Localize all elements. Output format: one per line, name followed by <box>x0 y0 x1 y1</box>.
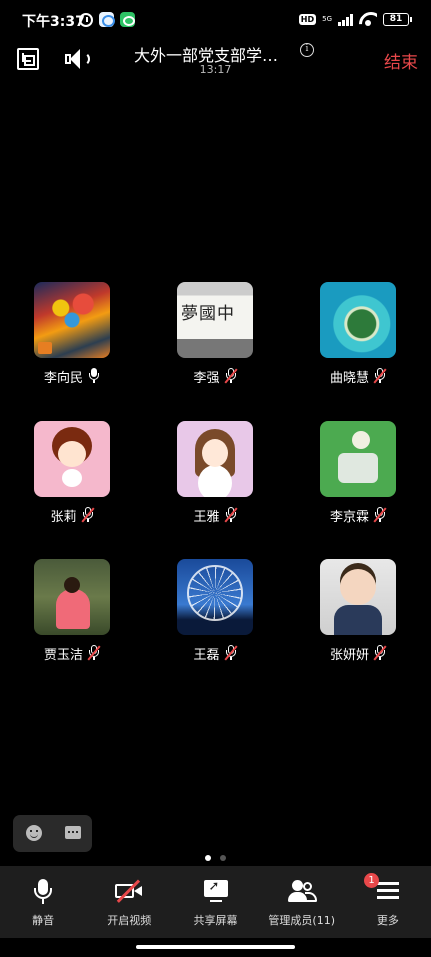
share-screen-button[interactable]: 共享屏幕 <box>172 866 258 938</box>
avatar <box>320 559 396 635</box>
share-screen-label: 共享屏幕 <box>193 914 238 927</box>
signal-icon <box>338 13 353 26</box>
avatar <box>34 559 110 635</box>
chat-icon[interactable] <box>65 826 81 839</box>
status-bar: 下午3:37 HD 5G 81 <box>0 0 431 40</box>
avatar: 夢國中 <box>177 282 253 358</box>
avatar <box>177 421 253 497</box>
start-video-label: 开启视频 <box>107 914 152 927</box>
participant-tile[interactable]: 李京霖 <box>298 421 418 525</box>
notification-badge: 1 <box>364 873 379 888</box>
battery-icon: 81 <box>383 12 412 26</box>
participant-name: 张妍妍 <box>329 647 369 663</box>
manage-members-label: 管理成员(11) <box>268 914 335 927</box>
participant-tile[interactable]: 曲晓慧 <box>298 282 418 386</box>
participant-name: 李京霖 <box>329 509 369 525</box>
share-screen-icon <box>201 878 231 904</box>
page-indicator <box>0 855 431 861</box>
alarm-icon <box>79 12 93 27</box>
participant-name: 贾玉洁 <box>43 647 83 663</box>
mic-muted-icon <box>82 507 94 523</box>
mic-muted-icon <box>374 645 386 661</box>
info-icon[interactable]: i <box>300 43 314 57</box>
avatar-calligraphy-text: 夢國中 <box>181 304 235 324</box>
mic-muted-icon <box>225 507 237 523</box>
participant-tile[interactable]: 贾玉洁 <box>12 559 132 663</box>
mic-muted-icon <box>225 645 237 661</box>
participant-name: 李向民 <box>43 370 83 386</box>
participant-tile[interactable]: 王雅 <box>155 421 275 525</box>
page-dot[interactable] <box>220 855 226 861</box>
avatar <box>177 559 253 635</box>
meeting-duration: 13:17 <box>199 63 232 76</box>
more-label: 更多 <box>376 914 399 927</box>
avatar <box>34 421 110 497</box>
page-dot-active[interactable] <box>205 855 211 861</box>
members-icon <box>287 878 317 904</box>
camera-off-icon <box>114 878 144 904</box>
mic-muted-icon <box>374 368 386 384</box>
participant-name: 李强 <box>193 370 220 386</box>
message-app-icon <box>99 12 115 27</box>
mute-button[interactable]: 静音 <box>0 866 86 938</box>
hd-badge: HD <box>298 13 317 25</box>
quick-chat-box <box>13 815 92 852</box>
more-button[interactable]: 更多 <box>345 866 431 938</box>
end-meeting-button[interactable]: 结束 <box>384 48 418 73</box>
manage-members-button[interactable]: 管理成员(11) <box>259 866 345 938</box>
participant-tile[interactable]: 张莉 <box>12 421 132 525</box>
wifi-icon <box>359 12 377 26</box>
wechat-icon <box>120 12 135 27</box>
emoji-icon[interactable] <box>26 825 42 841</box>
mic-muted-icon <box>225 368 237 384</box>
avatar <box>34 282 110 358</box>
mic-muted-icon <box>374 507 386 523</box>
microphone-icon <box>28 878 58 904</box>
mute-label: 静音 <box>32 914 55 927</box>
participant-name: 曲晓慧 <box>329 370 369 386</box>
participant-name: 张莉 <box>50 509 77 525</box>
participant-tile[interactable]: 张妍妍 <box>298 559 418 663</box>
status-time: 下午3:37 <box>22 14 85 30</box>
network-type: 5G <box>322 14 332 23</box>
participant-tile[interactable]: 李向民 <box>12 282 132 386</box>
mic-on-icon <box>88 368 100 384</box>
participant-name: 王雅 <box>193 509 220 525</box>
participant-tile[interactable]: 王磊 <box>155 559 275 663</box>
participant-name: 王磊 <box>193 647 220 663</box>
mic-muted-icon <box>88 645 100 661</box>
avatar <box>320 282 396 358</box>
start-video-button[interactable]: 开启视频 <box>86 866 172 938</box>
avatar <box>320 421 396 497</box>
participant-tile[interactable]: 夢國中 李强 <box>155 282 275 386</box>
meeting-top-bar: 大外一部党支部学… i 13:17 结束 <box>0 40 431 80</box>
home-indicator[interactable] <box>136 945 295 949</box>
